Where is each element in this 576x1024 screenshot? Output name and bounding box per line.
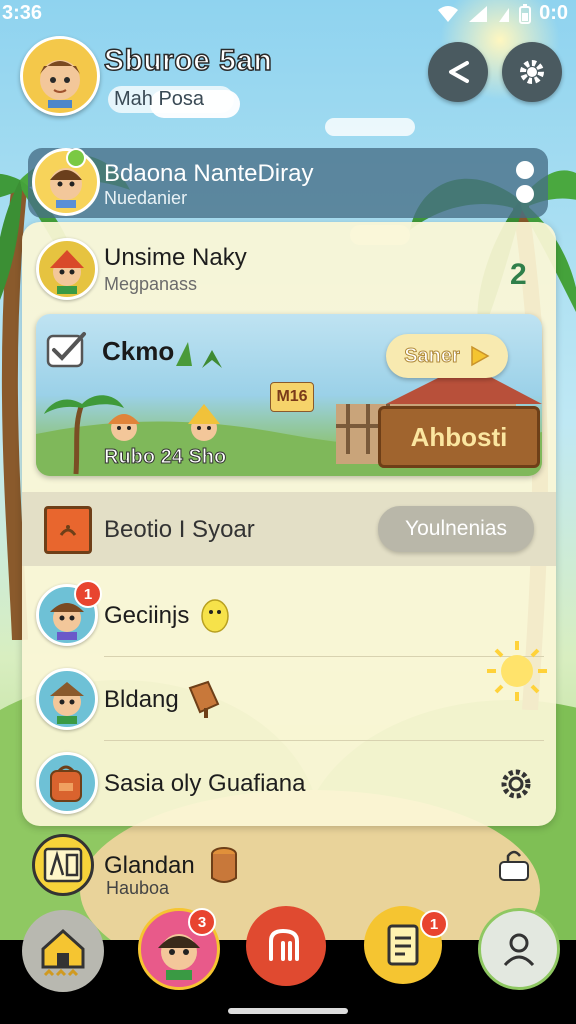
more-icon[interactable] bbox=[512, 156, 538, 206]
nav-center-button[interactable] bbox=[246, 906, 326, 986]
wooden-sign-text: Ahbosti bbox=[410, 421, 508, 452]
character-avatar-icon bbox=[50, 168, 82, 208]
document-icon bbox=[387, 924, 419, 966]
friend-detail: Nuedanier bbox=[104, 188, 188, 208]
settings-button[interactable] bbox=[502, 42, 562, 102]
avatar bbox=[36, 238, 98, 300]
stump-icon bbox=[211, 847, 237, 883]
status-bar: 3:36 0:0 bbox=[0, 0, 576, 28]
signal-icon bbox=[469, 5, 488, 22]
item-subtitle: Megpanass bbox=[104, 274, 198, 294]
nav-home-button[interactable] bbox=[22, 910, 104, 992]
user-icon bbox=[503, 933, 535, 967]
section-header: Beotio I Syoar Youlnenias bbox=[22, 492, 556, 566]
list-item[interactable]: 1 Geciinjs bbox=[22, 580, 556, 652]
sun-icon bbox=[487, 641, 547, 701]
list-item[interactable]: Glandan Hauboa bbox=[30, 834, 550, 900]
wooden-sign[interactable]: Ahbosti bbox=[378, 406, 540, 468]
status-time: 3:36 bbox=[2, 2, 43, 24]
start-button-label: Saner bbox=[404, 344, 461, 367]
signal-icon bbox=[499, 7, 510, 22]
warning-face-icon bbox=[59, 525, 77, 536]
home-icon bbox=[41, 928, 85, 977]
item-subtitle: Hauboa bbox=[106, 878, 170, 898]
start-button[interactable]: Saner bbox=[386, 334, 508, 378]
list-item[interactable]: Bldang bbox=[22, 641, 556, 736]
share-button[interactable] bbox=[428, 42, 488, 102]
volunteers-button-label: Youlnenias bbox=[405, 517, 507, 540]
avatar[interactable] bbox=[20, 36, 100, 116]
item-title: Geciinjs bbox=[104, 602, 190, 629]
item-title: Glandan bbox=[104, 852, 195, 879]
featured-card[interactable]: Ckmo M16 Saner Ahbosti Rubo 24 Sho bbox=[36, 314, 542, 476]
divider bbox=[104, 740, 544, 741]
home-indicator bbox=[228, 1008, 348, 1014]
nav-account-button[interactable] bbox=[478, 908, 560, 990]
friend-row[interactable]: Bdaona NanteDiray Nuedanier bbox=[28, 148, 548, 218]
item-count: 2 bbox=[510, 258, 527, 291]
feature-label: Ckmo bbox=[102, 336, 175, 366]
friend-name: Bdaona NanteDiray bbox=[104, 160, 314, 187]
item-title: Unsime Naky bbox=[104, 244, 247, 271]
list-item[interactable]: Sasia oly Guafiana bbox=[22, 748, 556, 820]
status-icons: 0:0 bbox=[437, 2, 568, 25]
notification-badge: 3 bbox=[188, 908, 216, 936]
chick-icon bbox=[201, 599, 229, 633]
online-dot bbox=[66, 148, 86, 168]
notification-badge: 1 bbox=[420, 910, 448, 938]
section-icon bbox=[44, 506, 92, 554]
character-avatar-icon bbox=[40, 60, 80, 108]
gear-icon[interactable] bbox=[498, 766, 534, 802]
lock-icon[interactable] bbox=[498, 848, 530, 882]
wifi-icon bbox=[438, 5, 459, 22]
battery-icon bbox=[519, 3, 532, 24]
cloud bbox=[325, 118, 415, 136]
status-right-text: 0:0 bbox=[539, 2, 568, 24]
checkbox-icon[interactable] bbox=[46, 330, 88, 370]
item-title: Sasia oly Guafiana bbox=[104, 770, 306, 797]
item-title: Bldang bbox=[104, 686, 179, 713]
divider bbox=[104, 656, 544, 657]
wood-icon bbox=[188, 680, 220, 718]
section-title: Beotio I Syoar bbox=[104, 516, 255, 543]
character-avatar-icon bbox=[50, 682, 84, 724]
profile-header: Sburoe 5an Mah Posa bbox=[20, 36, 562, 116]
play-icon bbox=[471, 345, 490, 367]
backpack-icon bbox=[50, 765, 82, 802]
page-title: Sburoe 5an bbox=[103, 43, 273, 78]
frame-icon bbox=[43, 847, 83, 883]
feature-caption: Rubo 24 Sho bbox=[103, 446, 227, 469]
character-avatar-icon bbox=[50, 250, 84, 294]
share-icon bbox=[449, 61, 469, 83]
notification-badge: 1 bbox=[74, 580, 102, 608]
avatar bbox=[36, 752, 98, 814]
list-item[interactable]: Unsime Naky Megpanass 2 bbox=[22, 236, 556, 316]
character-icon bbox=[188, 404, 220, 441]
avatar bbox=[36, 668, 98, 730]
feature-tag-text: M16 bbox=[276, 388, 308, 405]
gear-icon bbox=[520, 60, 544, 84]
hand-icon bbox=[269, 928, 299, 961]
avatar bbox=[32, 834, 94, 896]
page-subtitle: Mah Posa bbox=[108, 86, 235, 113]
leaf-icon bbox=[176, 342, 222, 368]
volunteers-button[interactable]: Youlnenias bbox=[378, 506, 534, 552]
character-icon bbox=[108, 414, 140, 441]
feature-tag: M16 bbox=[270, 382, 314, 412]
